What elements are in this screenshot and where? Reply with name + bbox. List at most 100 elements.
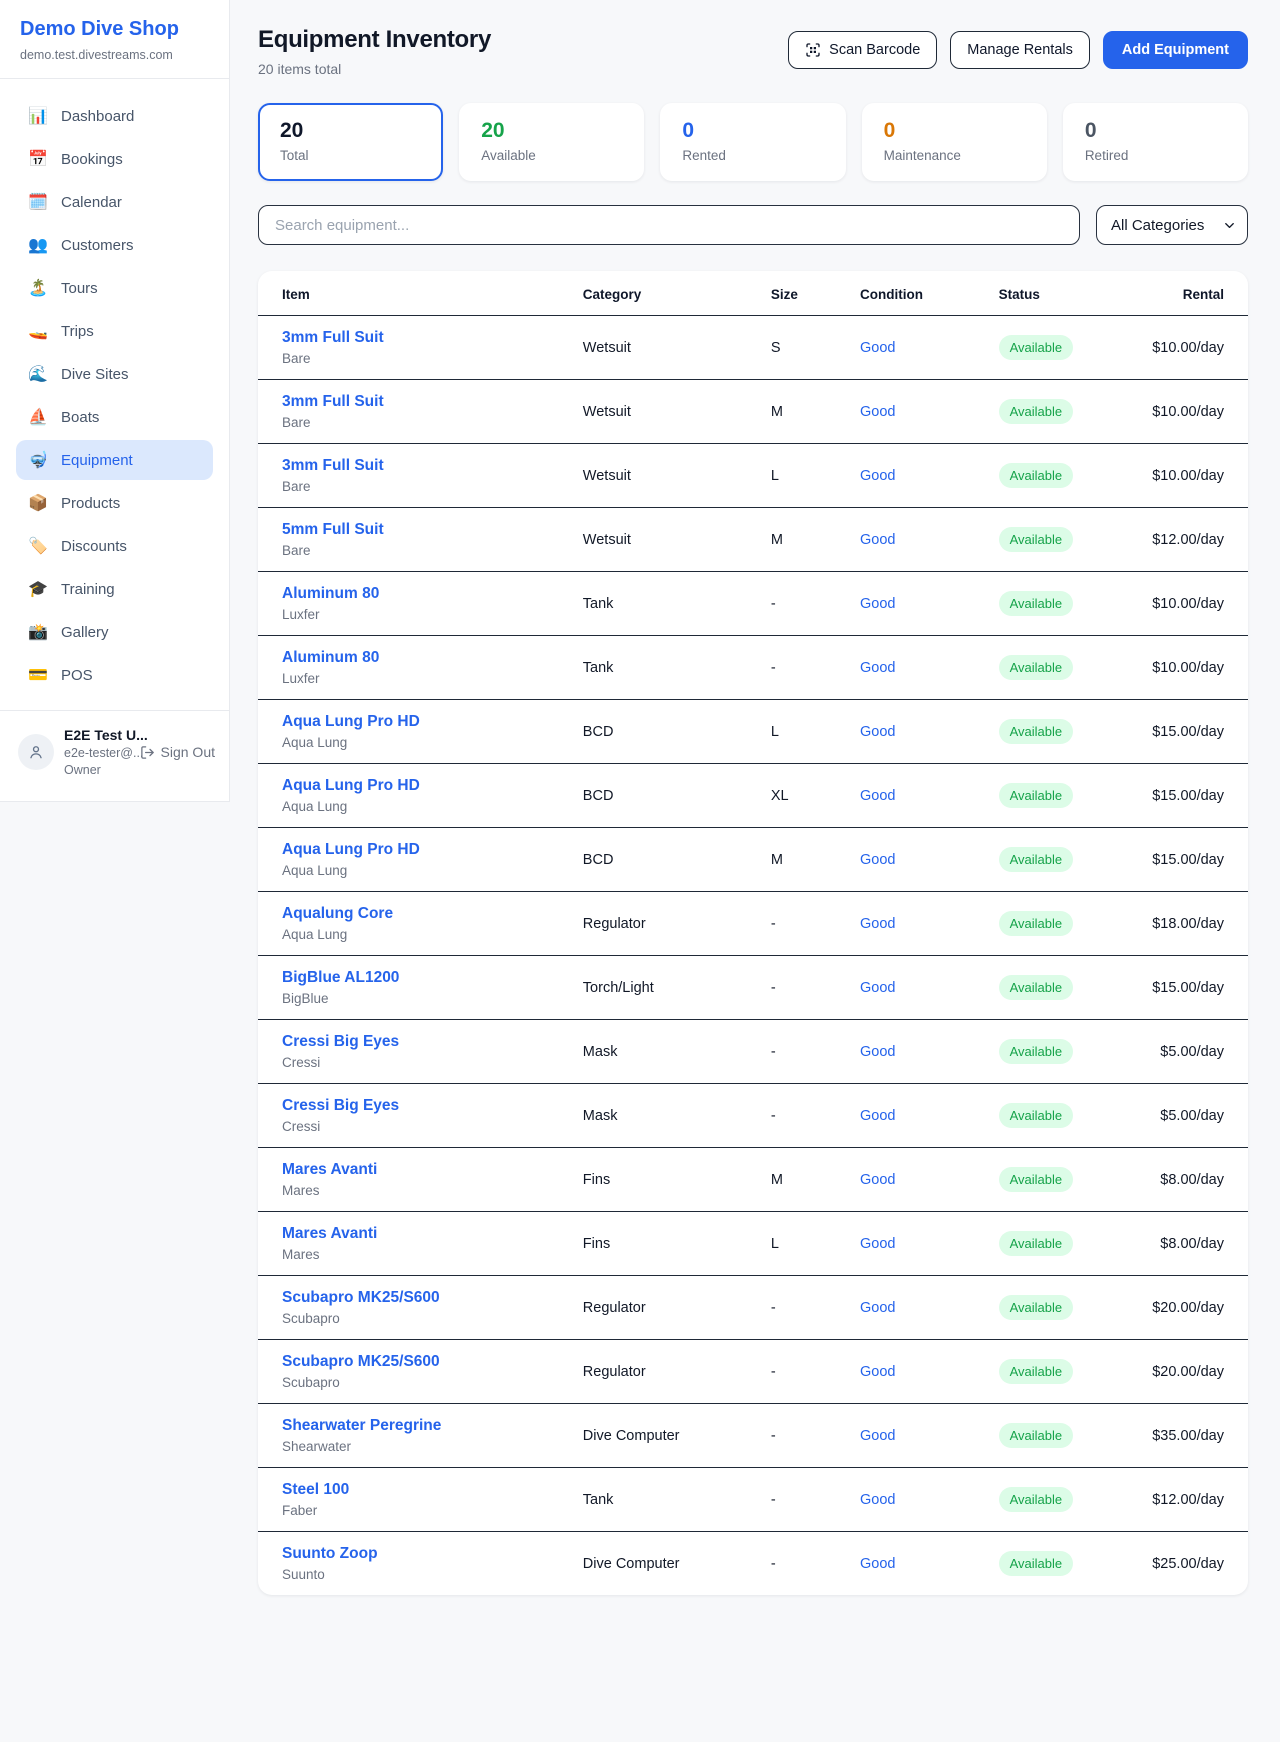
condition-link[interactable]: Good	[860, 532, 895, 548]
condition-link[interactable]: Good	[860, 1108, 895, 1124]
item-link[interactable]: 3mm Full Suit	[282, 457, 384, 475]
stat-card-total[interactable]: 20 Total	[258, 103, 443, 181]
condition-link[interactable]: Good	[860, 724, 895, 740]
item-link[interactable]: Shearwater Peregrine	[282, 1417, 441, 1435]
item-link[interactable]: 5mm Full Suit	[282, 521, 384, 539]
item-link[interactable]: Aluminum 80	[282, 649, 379, 667]
sidebar-item-label: Products	[61, 495, 120, 512]
sidebar-item-customers[interactable]: 👥 Customers	[16, 225, 213, 265]
add-equipment-button[interactable]: Add Equipment	[1103, 31, 1248, 69]
item-link[interactable]: 3mm Full Suit	[282, 329, 384, 347]
table-row: Aluminum 80 Luxfer Tank - Good Available…	[258, 572, 1248, 636]
brand-link[interactable]: Demo Dive Shop	[20, 18, 209, 41]
sidebar-item-products[interactable]: 📦 Products	[16, 483, 213, 523]
item-link[interactable]: Aqua Lung Pro HD	[282, 841, 420, 859]
condition-link[interactable]: Good	[860, 1236, 895, 1252]
page-title: Equipment Inventory	[258, 26, 491, 54]
sign-out-button[interactable]: Sign Out	[140, 744, 215, 760]
table-row: Aqua Lung Pro HD Aqua Lung BCD M Good Av…	[258, 828, 1248, 892]
item-brand: Bare	[282, 351, 567, 366]
manage-rentals-button[interactable]: Manage Rentals	[950, 31, 1090, 69]
calendar-icon: 🗓️	[28, 192, 48, 212]
condition-link[interactable]: Good	[860, 1172, 895, 1188]
item-link[interactable]: Cressi Big Eyes	[282, 1033, 399, 1051]
status-badge: Available	[999, 911, 1074, 936]
table-row: Cressi Big Eyes Cressi Mask - Good Avail…	[258, 1084, 1248, 1148]
stat-card-maintenance[interactable]: 0 Maintenance	[862, 103, 1047, 181]
equipment-icon: 🤿	[28, 450, 48, 470]
item-link[interactable]: Scubapro MK25/S600	[282, 1353, 440, 1371]
item-brand: Faber	[282, 1503, 567, 1518]
size-cell: M	[763, 1148, 852, 1212]
condition-link[interactable]: Good	[860, 1300, 895, 1316]
sidebar-item-dashboard[interactable]: 📊 Dashboard	[16, 96, 213, 136]
item-link[interactable]: Steel 100	[282, 1481, 349, 1499]
status-badge: Available	[999, 527, 1074, 552]
condition-link[interactable]: Good	[860, 980, 895, 996]
rental-cell: $10.00/day	[1139, 636, 1248, 700]
category-cell: Mask	[575, 1020, 763, 1084]
status-badge: Available	[999, 399, 1074, 424]
category-cell: Tank	[575, 572, 763, 636]
item-link[interactable]: Scubapro MK25/S600	[282, 1289, 440, 1307]
condition-link[interactable]: Good	[860, 1428, 895, 1444]
item-link[interactable]: Aqua Lung Pro HD	[282, 777, 420, 795]
stat-card-available[interactable]: 20 Available	[459, 103, 644, 181]
condition-link[interactable]: Good	[860, 340, 895, 356]
size-cell: L	[763, 1212, 852, 1276]
column-header-size: Size	[763, 271, 852, 316]
item-link[interactable]: BigBlue AL1200	[282, 969, 399, 987]
sidebar-item-pos[interactable]: 💳 POS	[16, 655, 213, 695]
item-link[interactable]: Cressi Big Eyes	[282, 1097, 399, 1115]
sidebar-item-gallery[interactable]: 📸 Gallery	[16, 612, 213, 652]
category-cell: BCD	[575, 700, 763, 764]
sidebar-item-tours[interactable]: 🏝️ Tours	[16, 268, 213, 308]
item-link[interactable]: 3mm Full Suit	[282, 393, 384, 411]
size-cell: -	[763, 1532, 852, 1596]
status-badge: Available	[999, 1359, 1074, 1384]
rental-cell: $12.00/day	[1139, 508, 1248, 572]
person-icon	[27, 743, 45, 761]
category-cell: Tank	[575, 1468, 763, 1532]
category-cell: Regulator	[575, 1276, 763, 1340]
size-cell: -	[763, 572, 852, 636]
item-brand: Bare	[282, 543, 567, 558]
condition-link[interactable]: Good	[860, 1556, 895, 1572]
condition-link[interactable]: Good	[860, 404, 895, 420]
sign-out-label: Sign Out	[161, 744, 215, 760]
condition-link[interactable]: Good	[860, 596, 895, 612]
stat-card-retired[interactable]: 0 Retired	[1063, 103, 1248, 181]
sidebar-item-discounts[interactable]: 🏷️ Discounts	[16, 526, 213, 566]
item-link[interactable]: Aqualung Core	[282, 905, 393, 923]
condition-link[interactable]: Good	[860, 788, 895, 804]
sidebar-item-dive-sites[interactable]: 🌊 Dive Sites	[16, 354, 213, 394]
header-actions: Scan Barcode Manage Rentals Add Equipmen…	[788, 31, 1248, 69]
condition-link[interactable]: Good	[860, 1364, 895, 1380]
item-link[interactable]: Suunto Zoop	[282, 1545, 378, 1563]
condition-link[interactable]: Good	[860, 916, 895, 932]
sidebar-item-label: Boats	[61, 409, 99, 426]
table-row: Mares Avanti Mares Fins M Good Available…	[258, 1148, 1248, 1212]
sidebar-item-label: Dashboard	[61, 108, 134, 125]
sidebar-item-calendar[interactable]: 🗓️ Calendar	[16, 182, 213, 222]
condition-link[interactable]: Good	[860, 660, 895, 676]
stat-card-rented[interactable]: 0 Rented	[660, 103, 845, 181]
condition-link[interactable]: Good	[860, 468, 895, 484]
sidebar-item-equipment[interactable]: 🤿 Equipment	[16, 440, 213, 480]
sidebar-item-boats[interactable]: ⛵ Boats	[16, 397, 213, 437]
condition-link[interactable]: Good	[860, 1044, 895, 1060]
category-select[interactable]: All Categories	[1096, 205, 1248, 245]
search-input[interactable]	[258, 205, 1080, 245]
sidebar-item-trips[interactable]: 🚤 Trips	[16, 311, 213, 351]
item-link[interactable]: Aqua Lung Pro HD	[282, 713, 420, 731]
sidebar-item-bookings[interactable]: 📅 Bookings	[16, 139, 213, 179]
item-link[interactable]: Mares Avanti	[282, 1161, 377, 1179]
sidebar-item-training[interactable]: 🎓 Training	[16, 569, 213, 609]
scan-barcode-button[interactable]: Scan Barcode	[788, 31, 937, 69]
condition-link[interactable]: Good	[860, 1492, 895, 1508]
status-badge: Available	[999, 655, 1074, 680]
condition-link[interactable]: Good	[860, 852, 895, 868]
item-link[interactable]: Aluminum 80	[282, 585, 379, 603]
item-link[interactable]: Mares Avanti	[282, 1225, 377, 1243]
category-cell: Torch/Light	[575, 956, 763, 1020]
